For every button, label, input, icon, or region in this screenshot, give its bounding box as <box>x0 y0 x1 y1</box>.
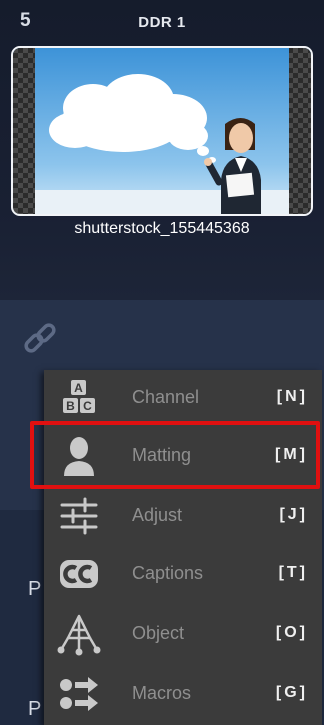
svg-text:A: A <box>74 381 83 395</box>
side-label: P <box>28 698 42 720</box>
menu-item-label: Captions <box>132 563 204 583</box>
menu-item-macros[interactable]: Macros [G] <box>44 666 322 722</box>
media-file-name: shutterstock_155445368 <box>74 220 250 237</box>
object-icon <box>56 612 102 656</box>
svg-text:B: B <box>66 399 75 413</box>
menu-item-label: Object <box>132 623 185 643</box>
menu-item-shortcut: [N] <box>276 388 308 405</box>
menu-item-label: Channel <box>132 387 200 407</box>
cc-icon <box>56 552 102 596</box>
menu-item-label: Macros <box>132 683 192 703</box>
link-chain-icon[interactable] <box>18 318 62 362</box>
menu-item-captions[interactable]: Captions [T] <box>44 546 322 602</box>
menu-item-object[interactable]: Object [O] <box>44 606 322 662</box>
sliders-icon <box>56 494 102 538</box>
menu-item-channel[interactable]: A B C Channel [N] <box>44 370 322 426</box>
channel-abc-icon: A B C <box>56 376 102 420</box>
slot-title[interactable]: DDR 1 <box>0 14 324 31</box>
media-thumbnail[interactable] <box>11 46 313 216</box>
svg-text:C: C <box>83 399 92 413</box>
macros-icon <box>56 672 102 716</box>
menu-item-label: Adjust <box>132 505 183 525</box>
menu-item-shortcut: [J] <box>279 506 308 523</box>
menu-item-adjust[interactable]: Adjust [J] <box>44 488 322 544</box>
menu-item-shortcut: [T] <box>278 564 308 581</box>
menu-item-shortcut: [O] <box>275 624 308 641</box>
menu-item-shortcut: [G] <box>275 684 308 701</box>
side-label: P <box>28 578 42 600</box>
highlight-box <box>30 421 320 489</box>
